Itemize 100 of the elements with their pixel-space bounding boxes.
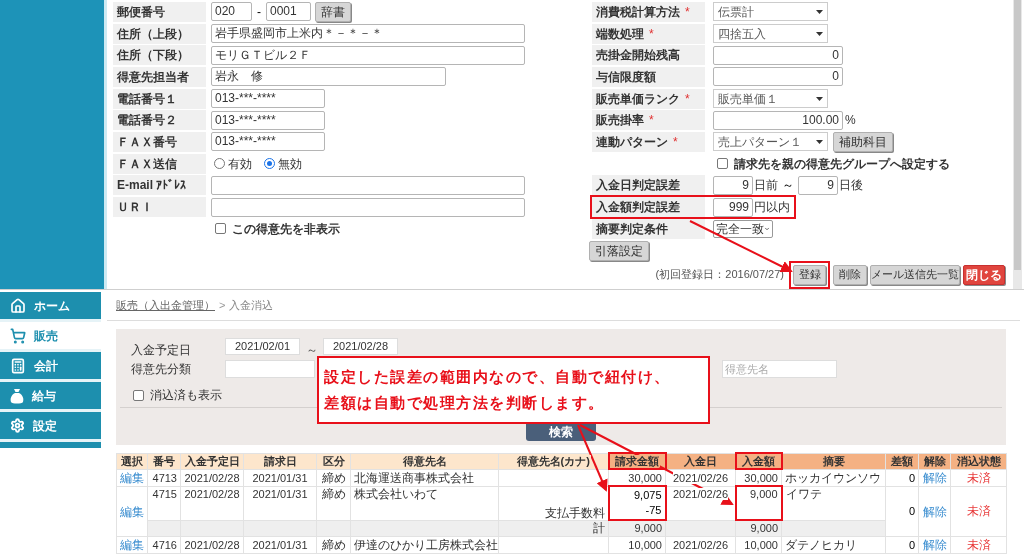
- required-mark: *: [649, 25, 654, 43]
- input-field[interactable]: 999: [713, 197, 753, 217]
- table-cell: 0: [885, 536, 919, 553]
- field-label: 入金日判定誤差: [596, 177, 680, 195]
- radio-label: 有効: [228, 155, 252, 173]
- unit-text: %: [845, 112, 856, 130]
- column-header: 入金額: [735, 453, 782, 469]
- registration-date-text: (初回登録日：2016/07/27): [655, 267, 784, 283]
- field-label: 販売単価ランク: [596, 90, 680, 108]
- column-header: 区分: [316, 453, 351, 469]
- table-cell: 締め: [316, 536, 351, 553]
- input-field[interactable]: 0001: [266, 2, 311, 22]
- table-cell: 9,000: [735, 486, 782, 520]
- close-button[interactable]: 閉じる: [963, 264, 1005, 285]
- table-cell: 2021/02/28: [180, 536, 244, 553]
- table-cell: 計: [498, 520, 609, 536]
- select-field[interactable]: 完全一致: [713, 219, 773, 238]
- field-label: 与信限度額: [596, 68, 656, 86]
- column-header: 得意先名: [350, 453, 499, 469]
- field-label: 電話番号２: [117, 112, 177, 130]
- column-header: 入金予定日: [180, 453, 244, 469]
- table-cell: 2021/01/31: [243, 469, 317, 486]
- input-field[interactable]: モリＧＴビル２Ｆ: [211, 45, 525, 65]
- table-cell: 4713: [147, 469, 181, 486]
- column-header: 解除: [918, 453, 951, 469]
- checkbox-label: 請求先を親の得意先グループへ設定する: [734, 155, 950, 173]
- table-cell: 2021/02/26: [665, 486, 736, 520]
- cell-text: -75: [644, 503, 662, 518]
- table-cell: 2021/01/31: [243, 536, 317, 553]
- field-label: 消費税計算方法: [596, 3, 680, 21]
- unit-text: 日前: [754, 177, 778, 195]
- column-header: 請求金額: [608, 453, 666, 469]
- required-mark: *: [649, 112, 654, 130]
- unit-text: 日後: [839, 177, 863, 195]
- column-header: 摘要: [781, 453, 886, 469]
- input-field[interactable]: 100.00: [713, 110, 843, 130]
- input-field[interactable]: 0: [713, 45, 843, 65]
- input-field[interactable]: 013-***-****: [211, 89, 325, 109]
- field-label: 得意先担当者: [117, 68, 189, 86]
- input-field[interactable]: 岩永 修: [211, 67, 446, 87]
- field-label: 連動パターン: [596, 133, 668, 151]
- table-cell: 10,000: [608, 536, 666, 553]
- input-field[interactable]: 9: [798, 175, 838, 195]
- date-field[interactable]: 2021/02/01: [225, 338, 300, 355]
- required-mark: *: [685, 3, 690, 21]
- cell-text: 9,075: [632, 488, 662, 503]
- required-mark: *: [673, 133, 678, 151]
- select-field[interactable]: 四捨五入: [713, 24, 828, 44]
- radio-label: 無効: [278, 155, 302, 173]
- select-field[interactable]: 伝票計: [713, 2, 828, 22]
- field-label: E-mail ｱﾄﾞﾚｽ: [117, 177, 187, 195]
- table-cell: 2021/02/28: [180, 486, 244, 520]
- select-field[interactable]: 販売単価１: [713, 89, 828, 109]
- required-mark: *: [685, 90, 690, 108]
- checkbox-label: 消込済も表示: [150, 387, 222, 404]
- field-label: 売掛金開始残高: [596, 47, 680, 65]
- table-cell: 締め: [316, 486, 351, 520]
- table-cell: 締め: [316, 469, 351, 486]
- table-cell: 9,000: [608, 520, 666, 536]
- breadcrumb-separator: >: [219, 297, 226, 313]
- input-field[interactable]: 岩手県盛岡市上米内＊－＊－＊: [211, 24, 525, 44]
- field-label: 住所（上段）: [117, 25, 189, 43]
- input-field[interactable]: 9: [713, 175, 753, 195]
- action-button[interactable]: 登録: [793, 264, 826, 285]
- field-label: 摘要判定条件: [596, 220, 668, 238]
- date-field[interactable]: 2021/02/28: [323, 338, 398, 355]
- input-field[interactable]: 020: [211, 2, 252, 22]
- column-header: 入金日: [665, 453, 736, 469]
- field-label: 郵便番号: [117, 3, 165, 21]
- breadcrumb-current: 入金消込: [229, 297, 274, 313]
- table-cell: 2021/02/28: [180, 469, 244, 486]
- status-cell: 未済: [950, 486, 1007, 536]
- field-label: 販売掛率: [596, 112, 644, 130]
- input-field[interactable]: 0: [713, 67, 843, 87]
- action-button[interactable]: メール送信先一覧: [870, 264, 960, 285]
- select-field[interactable]: 売上パターン１: [713, 132, 828, 152]
- field-label: 電話番号１: [117, 90, 177, 108]
- field-label: 端数処理: [596, 25, 644, 43]
- table-cell: 9,000: [735, 520, 782, 536]
- input-field[interactable]: 013-***-****: [211, 110, 325, 130]
- column-header: 消込状態: [950, 453, 1007, 469]
- table-cell: ホッカイウンソウ: [781, 469, 886, 486]
- withdrawal-settings-button[interactable]: 引落設定: [589, 240, 649, 261]
- sidebar-item[interactable]: 販売: [0, 322, 101, 352]
- tilde-text: ～: [304, 342, 319, 359]
- table-cell: 伊達のひかり工房株式会社: [350, 536, 499, 553]
- sub-account-button[interactable]: 補助科目: [833, 131, 893, 152]
- breadcrumb-link[interactable]: 販売（入出金管理）: [116, 296, 215, 314]
- table-cell: 0: [885, 469, 919, 486]
- field-label: 入金額判定誤差: [596, 199, 680, 217]
- table-cell: ダテノヒカリ: [781, 536, 886, 553]
- action-button[interactable]: 削除: [833, 264, 867, 285]
- unit-text: 円以内: [754, 199, 790, 217]
- dictionary-button[interactable]: 辞書: [315, 1, 351, 22]
- table-cell: 4715: [147, 486, 181, 520]
- input-field[interactable]: 013-***-****: [211, 132, 325, 152]
- field-label: ＦＡＸ番号: [117, 133, 177, 151]
- table-cell: イワテ: [781, 486, 886, 520]
- table-cell: 2021/01/31: [243, 486, 317, 520]
- field-label: 得意先分類: [131, 361, 192, 378]
